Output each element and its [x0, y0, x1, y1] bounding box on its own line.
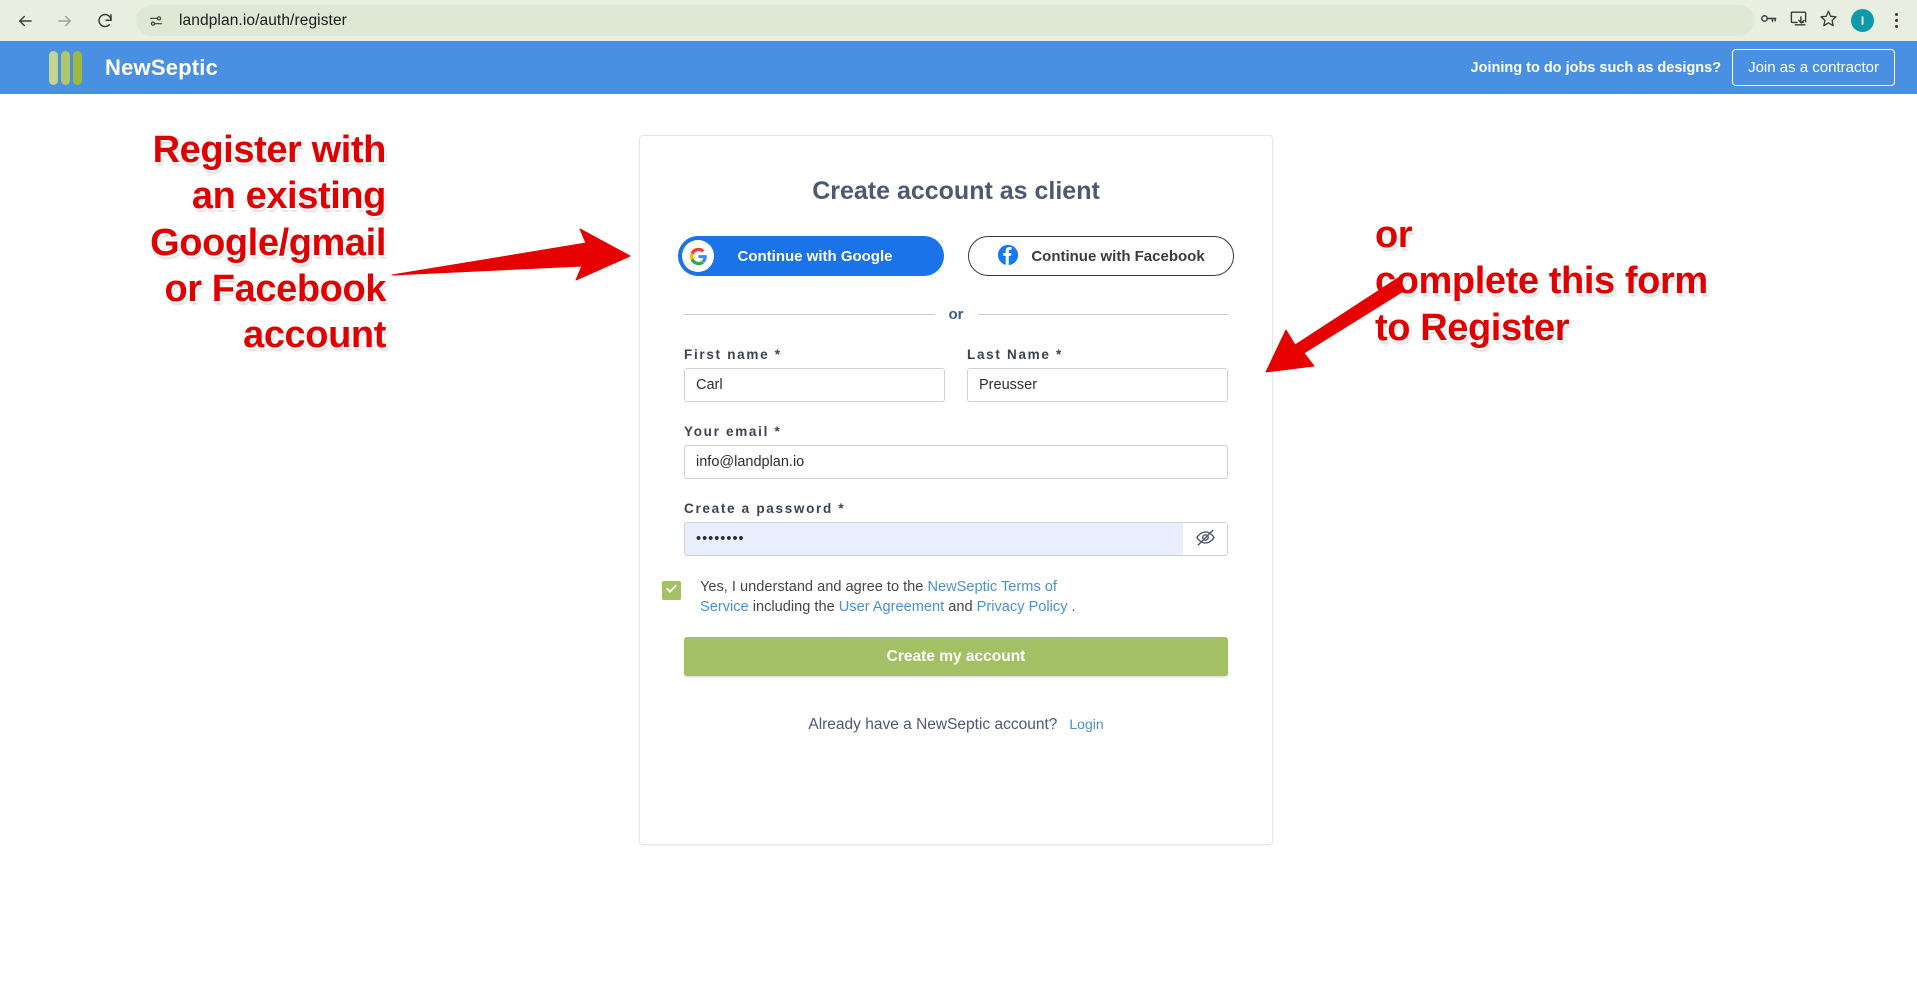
- login-row: Already have a NewSeptic account? Login: [640, 716, 1272, 734]
- facebook-button-label: Continue with Facebook: [1031, 247, 1205, 265]
- forward-button[interactable]: [48, 4, 82, 38]
- name-row: First name * Last Name *: [684, 347, 1228, 424]
- red-arrow-pointing-right-icon: [391, 228, 631, 281]
- divider-label: or: [948, 306, 964, 323]
- terms-row[interactable]: Yes, I understand and agree to the NewSe…: [640, 578, 1272, 617]
- terms-trailing: .: [1067, 598, 1076, 615]
- avatar[interactable]: I: [1851, 9, 1874, 32]
- first-name-label: First name *: [684, 347, 782, 362]
- facebook-icon: [997, 244, 1019, 269]
- site-header: NewSeptic Joining to do jobs such as des…: [0, 41, 1917, 94]
- eye-off-icon: [1195, 527, 1216, 551]
- password-input[interactable]: [684, 522, 1228, 556]
- email-input[interactable]: [684, 445, 1228, 479]
- brand-logo[interactable]: NewSeptic: [49, 50, 219, 85]
- contractor-prompt: Joining to do jobs such as designs?: [1470, 59, 1722, 76]
- join-as-contractor-button[interactable]: Join as a contractor: [1732, 49, 1895, 86]
- terms-checkbox[interactable]: [662, 581, 681, 600]
- email-group: Your email *: [684, 424, 1228, 479]
- toolbar-actions: [1754, 7, 1842, 35]
- star-icon: [1819, 9, 1838, 33]
- terms-and: and: [944, 598, 977, 615]
- google-icon: [682, 240, 714, 272]
- terms-text: Yes, I understand and agree to the NewSe…: [700, 578, 1100, 617]
- divider-rule-right: [977, 314, 1228, 315]
- site-settings-icon[interactable]: [143, 8, 169, 34]
- red-arrow-pointing-down-left-icon: [1265, 277, 1406, 373]
- google-button-label: Continue with Google: [737, 247, 893, 265]
- create-my-account-button[interactable]: Create my account: [684, 637, 1228, 677]
- checkmark-icon: [665, 582, 678, 600]
- header-right-group: Joining to do jobs such as designs? Join…: [1471, 49, 1895, 86]
- newseptic-logo-icon: [49, 50, 82, 85]
- three-dot-menu-icon[interactable]: [1883, 6, 1909, 36]
- password-wrapper: [684, 522, 1228, 556]
- profile-and-menu: I: [1842, 6, 1917, 36]
- or-divider: or: [684, 306, 1228, 323]
- divider-rule-left: [684, 314, 935, 315]
- first-name-input[interactable]: [684, 368, 945, 402]
- key-icon: [1759, 9, 1778, 33]
- page-title: Create account as client: [812, 177, 1100, 205]
- login-link[interactable]: Login: [1069, 716, 1103, 732]
- continue-with-facebook-button[interactable]: Continue with Facebook: [968, 236, 1234, 276]
- privacy-policy-link[interactable]: Privacy Policy: [977, 599, 1068, 615]
- register-card: Create account as client Continue with G…: [639, 135, 1273, 845]
- reload-button[interactable]: [88, 4, 122, 38]
- url-text: landplan.io/auth/register: [179, 11, 347, 29]
- annotation-left-text: Register with an existing Google/gmail o…: [150, 129, 386, 357]
- brand-name: NewSeptic: [105, 54, 219, 80]
- continue-with-google-button[interactable]: Continue with Google: [678, 236, 944, 276]
- browser-toolbar: landplan.io/auth/register I: [0, 0, 1917, 41]
- first-name-group: First name *: [684, 347, 945, 402]
- password-manager-button[interactable]: [1754, 7, 1782, 35]
- terms-mid: including the: [752, 598, 839, 615]
- login-prompt: Already have a NewSeptic account?: [808, 716, 1058, 734]
- install-app-icon: [1789, 9, 1808, 33]
- password-label: Create a password *: [684, 501, 846, 516]
- address-bar[interactable]: landplan.io/auth/register: [136, 5, 1754, 36]
- email-label: Your email *: [684, 424, 782, 439]
- password-group: Create a password *: [684, 501, 1228, 556]
- last-name-input[interactable]: [967, 368, 1228, 402]
- social-login-row: Continue with Google Continue with Faceb…: [640, 236, 1272, 276]
- last-name-group: Last Name *: [967, 347, 1228, 402]
- reload-icon: [96, 12, 114, 30]
- toggle-password-visibility-button[interactable]: [1183, 523, 1227, 555]
- back-button[interactable]: [8, 4, 42, 38]
- forward-arrow-icon: [56, 12, 74, 30]
- back-arrow-icon: [16, 12, 34, 30]
- annotation-right-text: or complete this form to Register: [1375, 214, 1708, 349]
- terms-lead: Yes, I understand and agree to the: [700, 579, 928, 595]
- registration-form: First name * Last Name * Your email * Cr…: [640, 347, 1272, 556]
- install-app-button[interactable]: [1784, 7, 1812, 35]
- user-agreement-link[interactable]: User Agreement: [839, 599, 944, 615]
- bookmark-button[interactable]: [1814, 7, 1842, 35]
- last-name-label: Last Name *: [967, 347, 1063, 362]
